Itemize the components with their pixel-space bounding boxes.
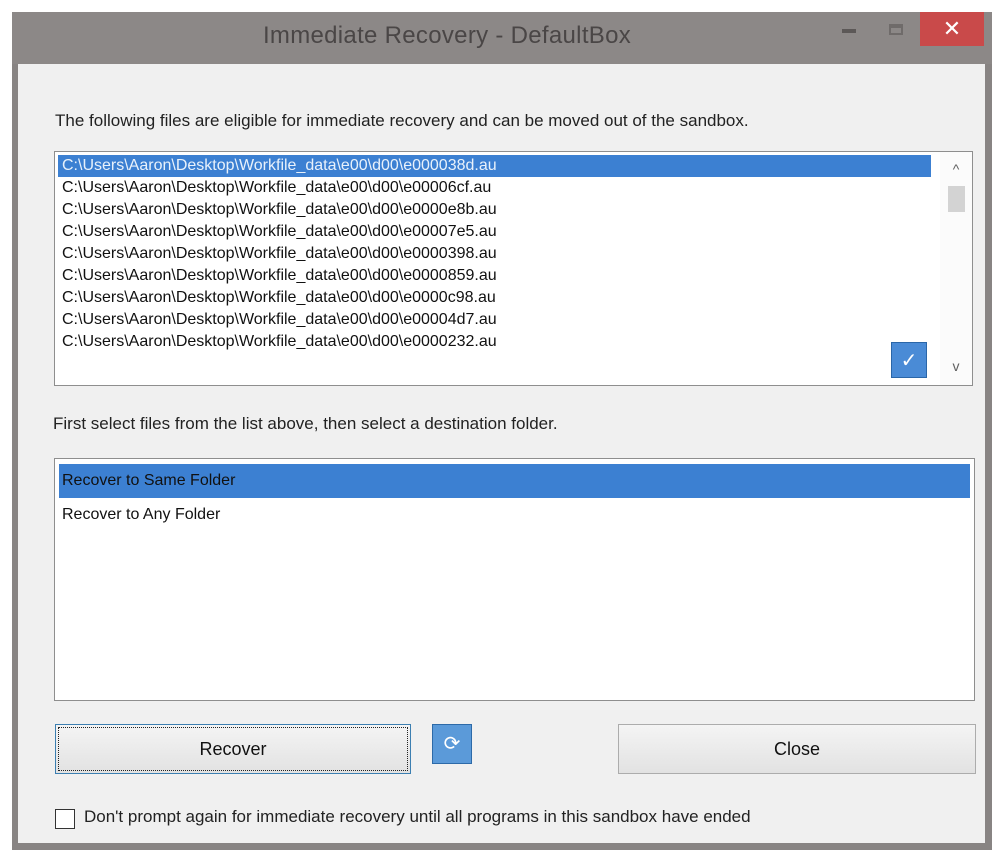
maximize-icon <box>889 23 903 35</box>
dont-prompt-label[interactable]: Don't prompt again for immediate recover… <box>84 807 751 827</box>
window-title: Immediate Recovery - DefaultBox <box>262 22 632 49</box>
dialog-body: The following files are eligible for imm… <box>18 64 985 843</box>
file-list-item[interactable]: C:\Users\Aaron\Desktop\Workfile_data\e00… <box>58 243 931 265</box>
destination-list[interactable]: Recover to Same Folder Recover to Any Fo… <box>54 458 975 701</box>
select-all-check-icon[interactable]: ✓ <box>891 342 927 378</box>
close-icon: ✕ <box>942 16 962 41</box>
file-list-item[interactable]: C:\Users\Aaron\Desktop\Workfile_data\e00… <box>58 155 931 177</box>
close-window-button[interactable]: ✕ <box>920 12 984 46</box>
destination-instruction: First select files from the list above, … <box>53 414 558 433</box>
destination-item-same-folder[interactable]: Recover to Same Folder <box>59 464 970 498</box>
scroll-down-icon[interactable]: v <box>940 355 972 377</box>
file-list-item[interactable]: C:\Users\Aaron\Desktop\Workfile_data\e00… <box>58 331 931 353</box>
file-list[interactable]: C:\Users\Aaron\Desktop\Workfile_data\e00… <box>54 151 973 386</box>
dont-prompt-checkbox[interactable] <box>55 809 75 829</box>
refresh-icon[interactable]: ⟳ <box>432 724 472 764</box>
close-button[interactable]: Close <box>618 724 976 774</box>
file-list-scrollbar[interactable]: ^ v <box>940 152 972 385</box>
file-list-item[interactable]: C:\Users\Aaron\Desktop\Workfile_data\e00… <box>58 265 931 287</box>
scroll-up-icon[interactable]: ^ <box>940 158 972 180</box>
destination-item-any-folder[interactable]: Recover to Any Folder <box>59 498 970 532</box>
scroll-thumb[interactable] <box>948 186 965 212</box>
files-instruction: The following files are eligible for imm… <box>55 111 749 130</box>
recovery-window: Immediate Recovery - DefaultBox ✕ The fo… <box>12 12 992 850</box>
maximize-button[interactable] <box>874 12 918 46</box>
file-list-item[interactable]: C:\Users\Aaron\Desktop\Workfile_data\e00… <box>58 221 931 243</box>
file-list-item[interactable]: C:\Users\Aaron\Desktop\Workfile_data\e00… <box>58 309 931 331</box>
file-list-item[interactable]: C:\Users\Aaron\Desktop\Workfile_data\e00… <box>58 287 931 309</box>
title-bar[interactable]: Immediate Recovery - DefaultBox ✕ <box>12 12 992 64</box>
minimize-icon <box>842 29 856 33</box>
minimize-button[interactable] <box>827 12 871 46</box>
file-list-item[interactable]: C:\Users\Aaron\Desktop\Workfile_data\e00… <box>58 199 931 221</box>
file-list-item[interactable]: C:\Users\Aaron\Desktop\Workfile_data\e00… <box>58 177 931 199</box>
recover-button[interactable]: Recover <box>55 724 411 774</box>
